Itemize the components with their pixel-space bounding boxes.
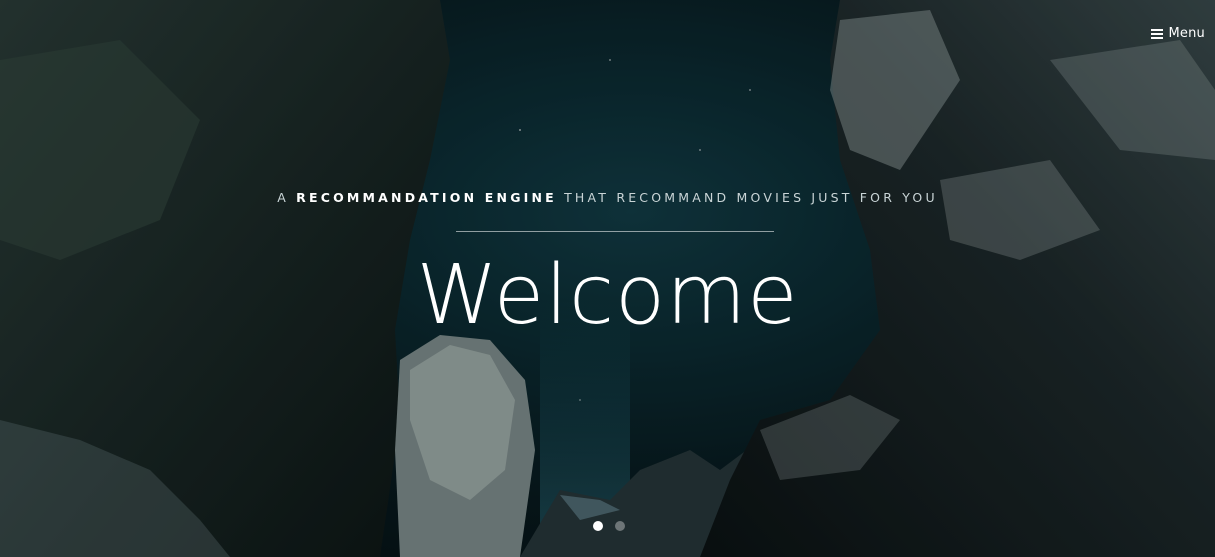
slider-pagination xyxy=(593,521,625,531)
tagline-bold: RECOMMANDATION ENGINE xyxy=(296,190,557,205)
hamburger-icon xyxy=(1150,28,1163,39)
tagline-prefix: A xyxy=(277,190,297,205)
hero-tagline: A RECOMMANDATION ENGINE THAT RECOMMAND M… xyxy=(0,190,1215,205)
menu-label: Menu xyxy=(1168,26,1205,41)
slide-dot-1[interactable] xyxy=(593,521,603,531)
hero-divider xyxy=(456,231,774,232)
tagline-rest: THAT RECOMMAND MOVIES JUST FOR YOU xyxy=(556,190,938,205)
hero-title: Welcome xyxy=(416,248,799,343)
hero-section: Menu A RECOMMANDATION ENGINE THAT RECOMM… xyxy=(0,0,1215,557)
slide-dot-2[interactable] xyxy=(615,521,625,531)
menu-button[interactable]: Menu xyxy=(1150,26,1206,41)
